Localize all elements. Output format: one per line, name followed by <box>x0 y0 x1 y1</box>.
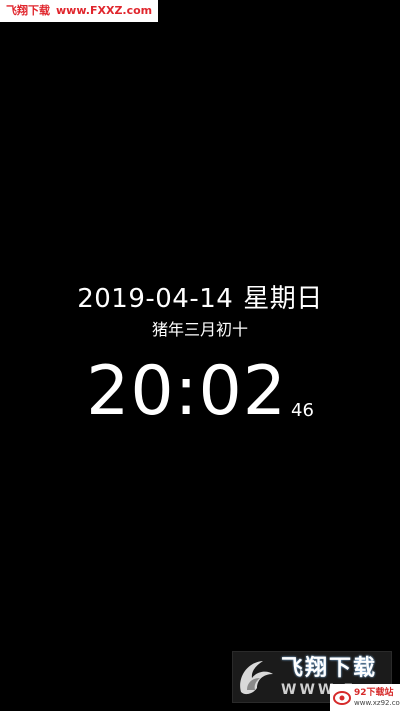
watermark-logo-cn: 飞翔下载 <box>281 656 378 681</box>
watermark-banner: 飞翔下载 www.FXXZ.com <box>0 0 159 22</box>
time-hours-minutes: 20:02 <box>86 352 288 431</box>
time-display: 20:02 46 <box>0 352 400 432</box>
date-text: 2019-04-14 <box>77 284 234 314</box>
swirl-logo-icon <box>233 652 279 702</box>
watermark-92-text: 92下载站 www.xz92.com <box>354 688 400 708</box>
date-line: 2019-04-14 星期日 <box>0 278 400 315</box>
watermark-92: 92下载站 www.xz92.com <box>330 684 400 711</box>
lunar-date: 猪年三月初十 <box>151 320 248 339</box>
time-seconds: 46 <box>291 400 314 421</box>
watermark-url: www.FXXZ.com <box>56 4 153 17</box>
screensaver-screen: 飞翔下载 www.FXXZ.com 2019-04-14 星期日 猪年三月初十 2… <box>0 0 400 711</box>
watermark-92-domain: www.xz92.com <box>354 698 400 707</box>
watermark-92-name: 92下载站 <box>354 687 394 698</box>
weekday-text: 星期日 <box>243 284 323 314</box>
watermark-brand: 飞翔下载 <box>6 4 50 17</box>
eye-logo-icon <box>333 690 351 705</box>
